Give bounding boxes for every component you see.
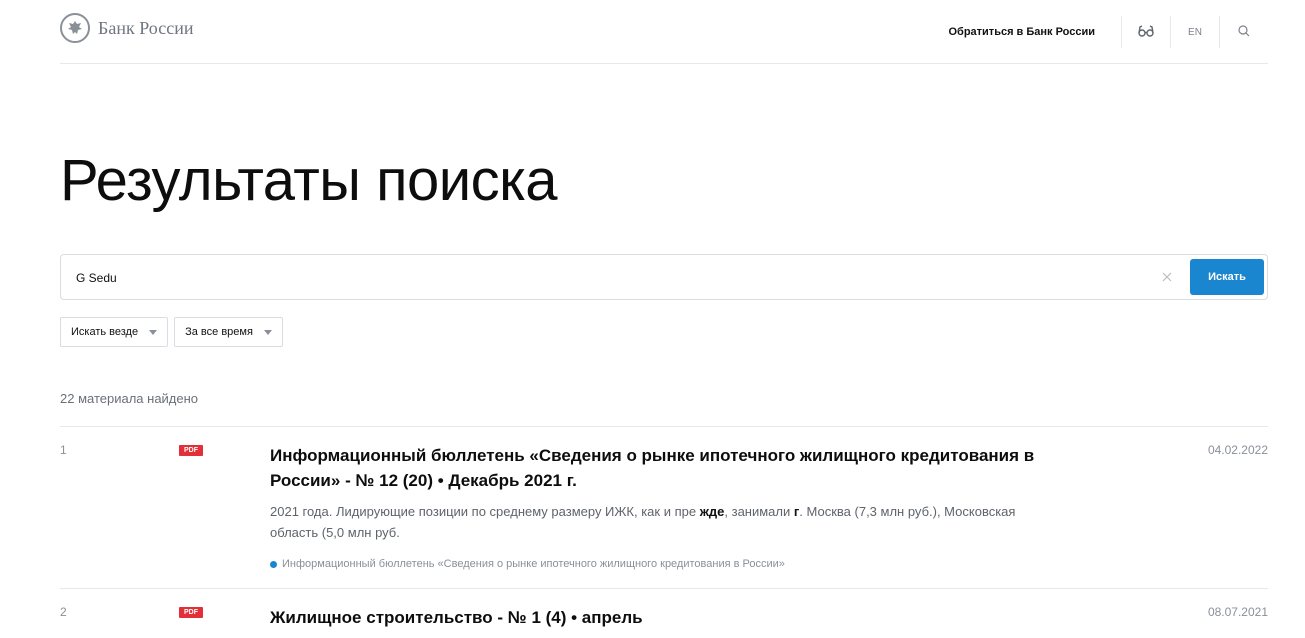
pdf-badge: PDF [179, 607, 203, 618]
results-count: 22 материала найдено [60, 391, 199, 406]
header-search-button[interactable] [1220, 16, 1268, 48]
close-icon [1162, 269, 1172, 287]
site-header: Банк России Обратиться в Банк России EN [60, 0, 1268, 64]
result-source-link[interactable]: Информационный бюллетень «Сведения о рын… [270, 558, 785, 570]
result-number: 1 [60, 443, 67, 457]
header-actions: Обратиться в Банк России EN [948, 16, 1268, 48]
search-form: Искать [60, 254, 1268, 300]
period-filter-select[interactable]: За все время [174, 317, 283, 347]
eagle-emblem-icon [60, 13, 90, 43]
result-title-link[interactable]: Информационный бюллетень «Сведения о рын… [270, 443, 1050, 493]
contact-bank-link[interactable]: Обратиться в Банк России [948, 26, 1095, 38]
dot-icon [270, 560, 277, 568]
result-snippet: 2021 года. Лидирующие позиции по среднем… [270, 504, 1016, 540]
search-input[interactable] [76, 268, 1156, 288]
result-date: 04.02.2022 [1207, 443, 1268, 457]
scope-filter-select[interactable]: Искать везде [60, 317, 169, 347]
search-icon [1238, 24, 1250, 40]
list-item: 2 PDF Жилищное строительство - № 1 (4) •… [60, 588, 1268, 638]
result-source-label: Информационный бюллетень «Сведения о рын… [282, 558, 785, 570]
result-number: 2 [60, 605, 67, 619]
result-date: 08.07.2021 [1207, 605, 1268, 619]
search-filters: Искать везде За все время [60, 317, 289, 347]
language-switch[interactable]: EN [1171, 16, 1219, 48]
caret-down-icon [263, 329, 272, 335]
page-title: Результаты поиска [60, 148, 558, 213]
clear-search-button[interactable] [1157, 268, 1177, 288]
period-filter-label: За все время [185, 326, 253, 338]
search-submit-button[interactable]: Искать [1190, 259, 1264, 295]
scope-filter-label: Искать везде [71, 326, 139, 338]
list-item: 1 PDF Информационный бюллетень «Сведения… [60, 426, 1268, 588]
results-list: 1 PDF Информационный бюллетень «Сведения… [60, 426, 1268, 638]
caret-down-icon [149, 329, 158, 335]
highlight: жде [699, 504, 725, 519]
logo-text: Банк России [98, 17, 194, 38]
accessibility-button[interactable] [1122, 16, 1170, 48]
glasses-icon [1138, 24, 1154, 40]
logo[interactable]: Банк России [60, 13, 193, 43]
pdf-badge: PDF [179, 445, 203, 456]
result-title-link[interactable]: Жилищное строительство - № 1 (4) • апрел… [270, 605, 1050, 630]
